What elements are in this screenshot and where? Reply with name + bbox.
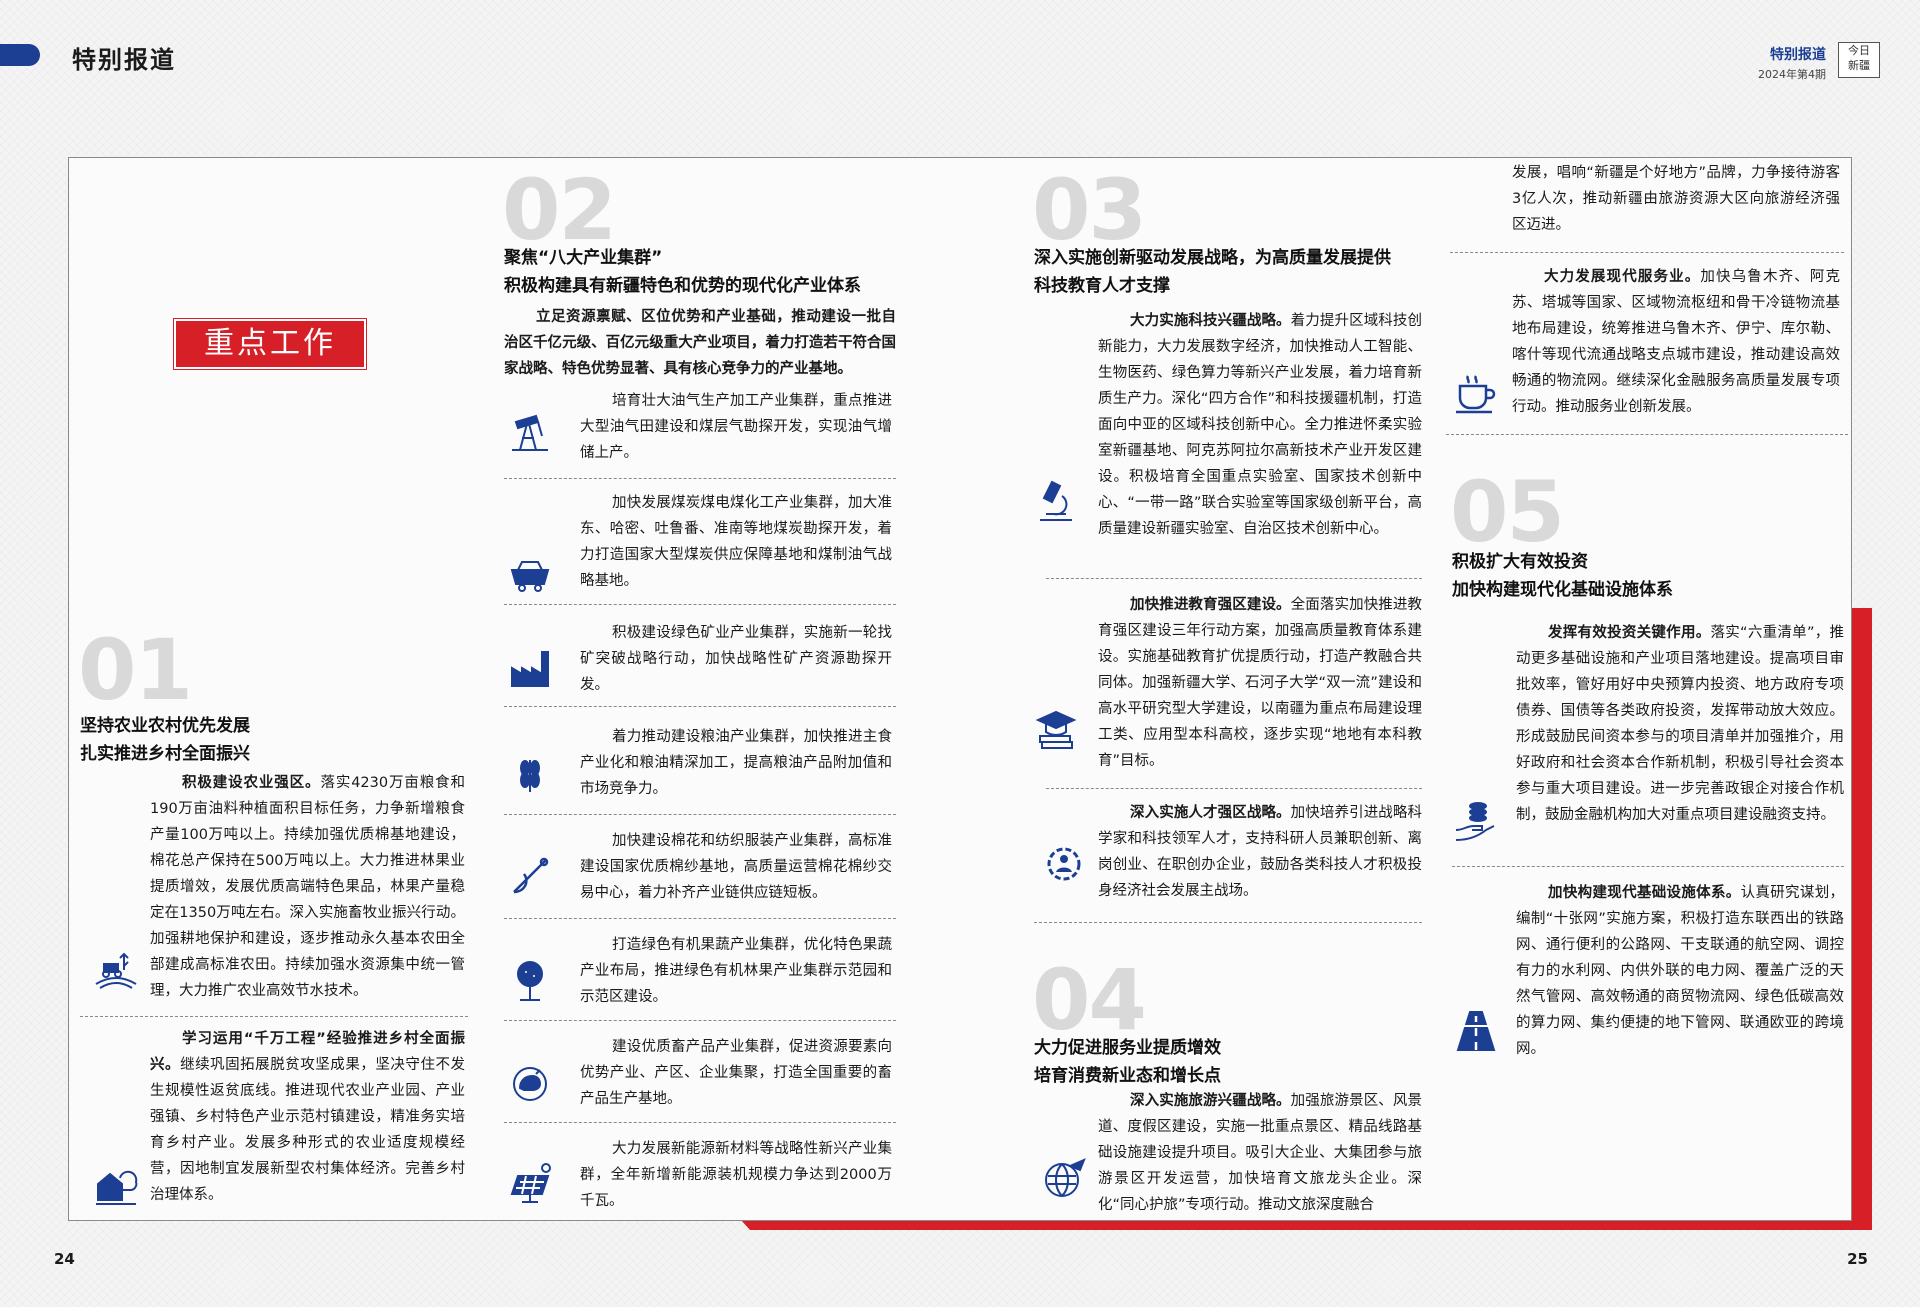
s03-title-1: 深入实施创新驱动发展战略，为高质量发展提供 [1034,248,1391,268]
s04-title-2: 培育消费新业态和增长点 [1034,1066,1221,1086]
s02-item-1: 培育壮大油气生产加工产业集群，重点推进大型油气田建设和煤层气勘探开发，实现油气增… [580,393,892,461]
s05-title-2: 加快构建现代化基础设施体系 [1452,580,1673,600]
section-number-01: 01 [78,621,193,719]
fruit-tree-icon [506,956,554,1004]
s02-item-3: 积极建设绿色矿业产业集群，实施新一轮找矿突破战略行动，加快战略性矿产资源勘探开发… [580,625,892,693]
s04-paragraph-2: 大力发展现代服务业。加快乌鲁木齐、阿克苏、塔城等国家、区域物流枢纽和骨干冷链物流… [1512,269,1841,415]
village-icon [92,1160,140,1208]
factory-icon [506,644,554,692]
needle-thread-icon [506,852,554,900]
issue-label: 2024年第4期 [1758,68,1826,81]
divider [1450,252,1844,253]
section-number-02: 02 [502,161,617,259]
divider [504,1020,896,1021]
section-number-04: 04 [1032,951,1147,1049]
magazine-logo: 今日 新疆 [1838,42,1880,78]
s02-intro: 立足资源禀赋、区位优势和产业基础，推动建设一批自治区千亿元级、百亿元级重大产业项… [504,309,896,377]
highway-icon [1452,1006,1500,1054]
red-accent-side [1850,608,1872,1228]
livestock-icon [506,1058,554,1106]
highlight-box: 重点工作 [173,318,367,370]
s02-item-7: 建设优质畜产品产业集群，促进资源要素向优势产业、产区、企业集聚，打造全国重要的畜… [580,1039,892,1107]
divider [1046,578,1422,579]
coal-cart-icon [506,548,554,596]
s04-paragraph-1-continued: 发展，唱响“新疆是个好地方”品牌，力争接待游客3亿人次，推动新疆由旅游资源大区向… [1512,165,1840,233]
divider [504,706,896,707]
s04-paragraph-1: 深入实施旅游兴疆战略。加强旅游景区、风景道、度假区建设，实施一批重点景区、精品线… [1098,1093,1423,1213]
divider [504,814,896,815]
divider [504,1122,896,1123]
section-number-05: 05 [1450,463,1565,561]
oil-pump-icon [506,408,554,456]
header-accent-bar [0,44,40,66]
right-section-title: 特别报道 [1770,47,1826,63]
page-number-left: 24 [54,1250,75,1268]
s03-title-2: 科技教育人才支撑 [1034,276,1170,296]
page-number-right: 25 [1847,1250,1868,1268]
s05-paragraph-1: 发挥有效投资关键作用。落实“六重清单”，推动更多基础设施和产业项目落地建设。提高… [1516,625,1844,823]
s03-paragraph-1: 大力实施科技兴疆战略。着力提升区域科技创新能力，大力发展数字经济，加快推动人工智… [1098,313,1423,537]
s04-title-1: 大力促进服务业提质增效 [1034,1038,1221,1058]
s02-item-4: 着力推动建设粮油产业集群，加快推进主食产业化和粮油精深加工，提高粮油产品附加值和… [580,729,892,797]
s01-title-1: 坚持农业农村优先发展 [80,716,250,736]
solar-panel-icon [506,1160,554,1208]
s02-title-2: 积极构建具有新疆特色和优势的现代化产业体系 [504,276,861,296]
s05-paragraph-2: 加快构建现代基础设施体系。认真研究谋划，编制“十张网”实施方案，积极打造东联西出… [1516,885,1845,1057]
section-number-03: 03 [1032,161,1147,259]
divider [504,478,896,479]
microscope-icon [1032,476,1080,524]
wheat-icon [506,748,554,796]
s01-title-2: 扎实推进乡村全面振兴 [80,744,250,764]
coffee-cup-icon [1452,370,1500,418]
divider [1446,434,1848,435]
s02-item-2: 加快发展煤炭煤电煤化工产业集群，加大准东、哈密、吐鲁番、准南等地煤炭勘探开发，着… [580,495,892,589]
divider [504,918,896,919]
graduation-books-icon [1032,706,1080,754]
farmland-icon [92,944,140,992]
divider [1034,922,1422,923]
s02-item-6: 打造绿色有机果蔬产业集群，优化特色果蔬产业布局，推进绿色有机林果产业集群示范园和… [580,937,892,1005]
coins-hand-icon [1452,796,1500,844]
divider [1046,788,1422,789]
s03-paragraph-2: 加快推进教育强区建设。全面落实加快推进教育强区建设三年行动方案，加强高质量教育体… [1098,597,1423,769]
s01-paragraph-2: 学习运用“千万工程”经验推进乡村全面振兴。继续巩固拓展脱贫攻坚成果，坚决守住不发… [150,1031,466,1203]
s02-item-8: 大力发展新能源新材料等战略性新兴产业集群，全年新增新能源装机规模力争达到2000… [580,1141,892,1209]
globe-plane-icon [1040,1154,1088,1202]
section-title: 特别报道 [72,45,176,74]
s03-paragraph-3: 深入实施人才强区战略。加快培养引进战略科学家和科技领军人才，支持科研人员兼职创新… [1098,805,1423,899]
s02-title-1: 聚焦“八大产业集群” [504,248,663,268]
header-right: 特别报道 2024年第4期 [1758,44,1826,82]
s05-title-1: 积极扩大有效投资 [1452,552,1588,572]
divider [1452,866,1844,867]
divider [80,1016,468,1017]
divider [504,604,896,605]
talent-gear-icon [1040,840,1088,888]
s01-paragraph-1: 积极建设农业强区。落实4230万亩粮食和190万亩油料种植面积目标任务，力争新增… [150,775,466,999]
s02-item-5: 加快建设棉花和纺织服装产业集群，高标准建设国家优质棉纱基地，高质量运营棉花棉纱交… [580,833,892,901]
